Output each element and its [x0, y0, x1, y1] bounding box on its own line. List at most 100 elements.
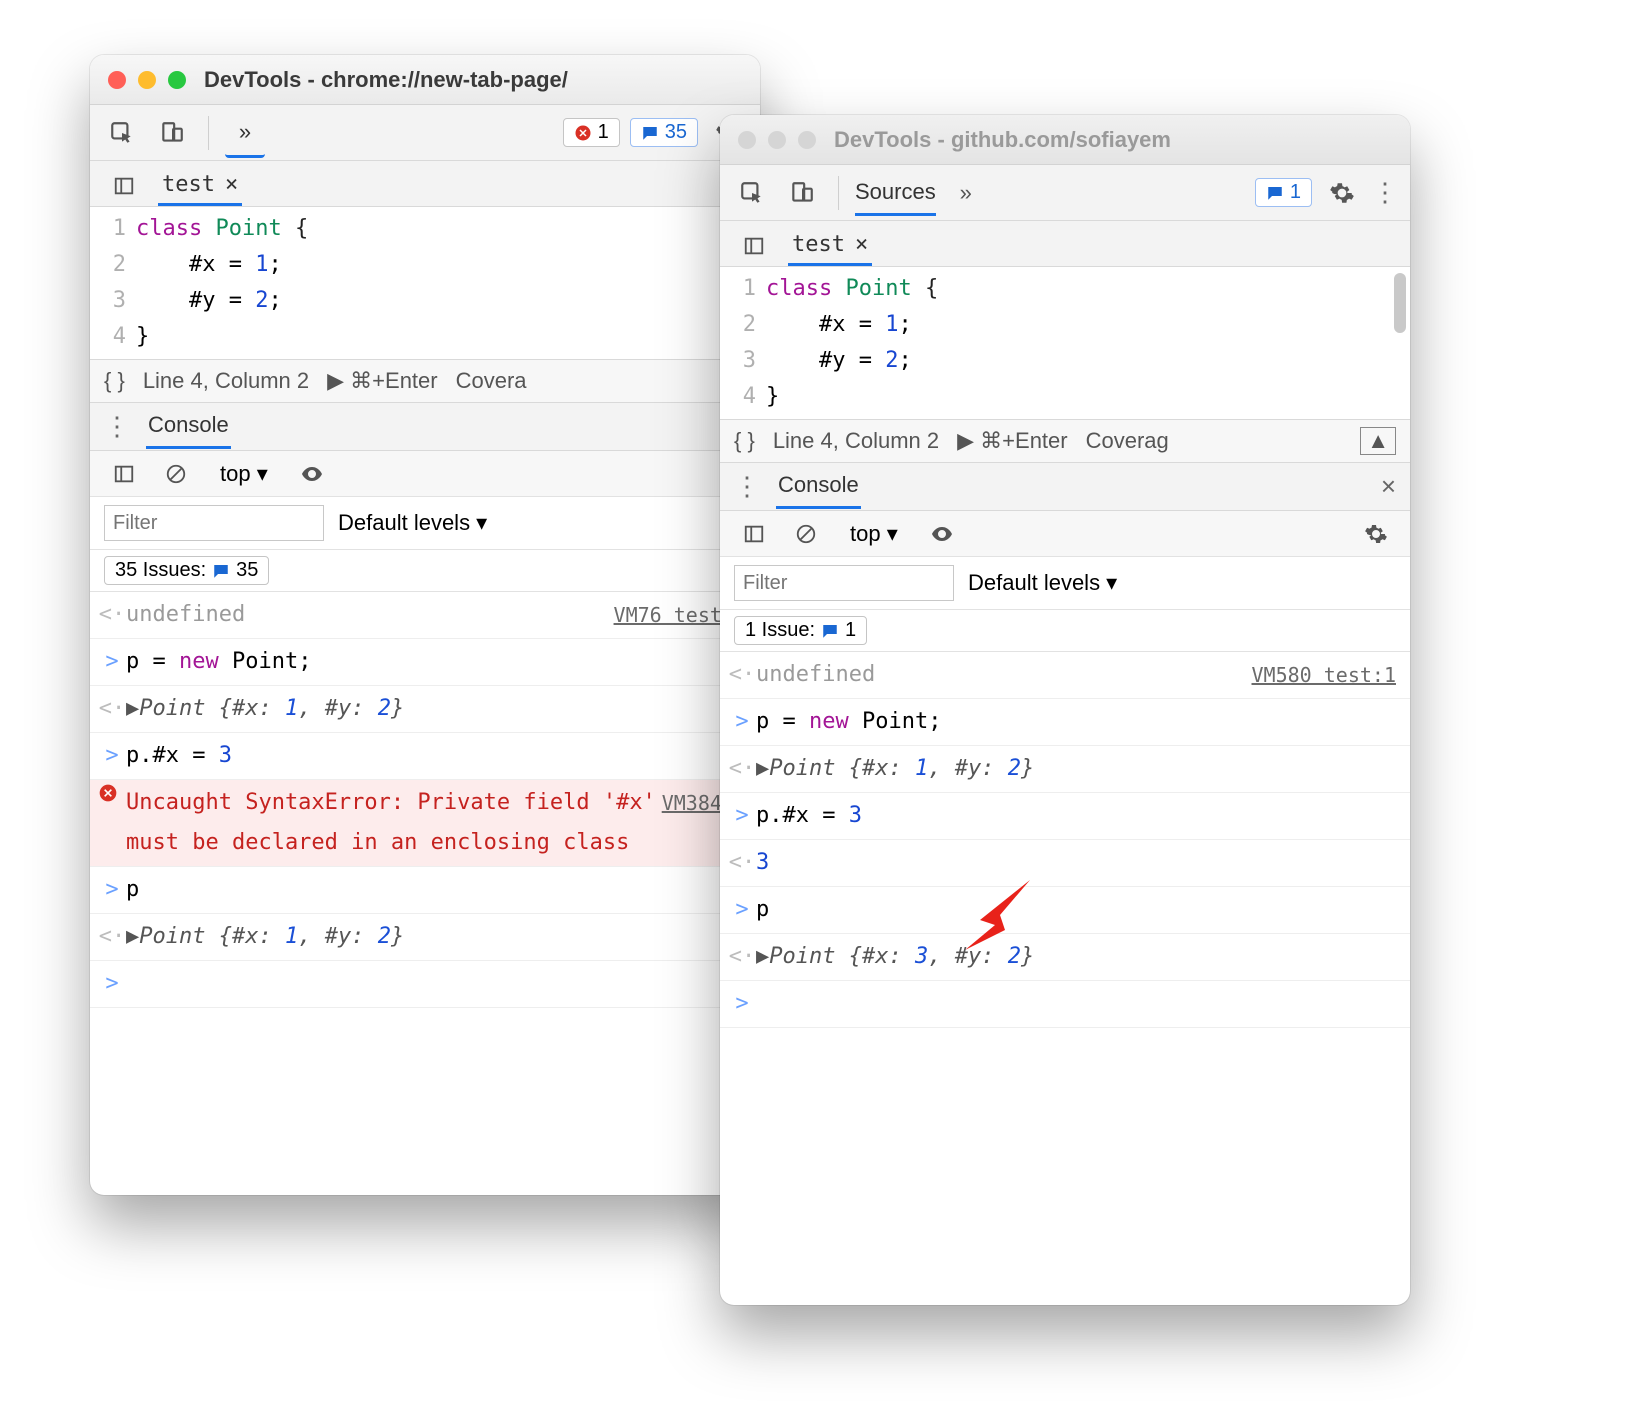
live-expression-icon[interactable]	[292, 454, 332, 494]
titlebar: DevTools - chrome://new-tab-page/	[90, 55, 760, 105]
traffic-lights	[738, 131, 816, 149]
sidebar-toggle-icon[interactable]	[734, 514, 774, 554]
source-link[interactable]: VM580 test:1	[1252, 655, 1397, 695]
console-row: <·▶Point {#x: 1, #y: 2}	[90, 686, 760, 733]
console-row: >p = new Point;	[90, 639, 760, 686]
collapse-drawer-icon[interactable]: ▲	[1360, 427, 1396, 455]
issues-count: 35	[665, 121, 687, 144]
console-row: <·undefinedVM580 test:1	[720, 652, 1410, 699]
kebab-icon[interactable]: ⋮	[734, 471, 760, 502]
log-levels-selector[interactable]: Default levels ▾	[968, 570, 1117, 596]
console-row: <·3	[720, 840, 1410, 887]
settings-gear-icon[interactable]	[1322, 173, 1362, 213]
navigator-toggle-icon[interactable]	[734, 226, 774, 266]
console-row: <·▶Point {#x: 1, #y: 2}	[720, 746, 1410, 793]
traffic-lights	[108, 71, 186, 89]
drawer-header: ⋮ Console	[90, 403, 760, 451]
sources-panel-tab[interactable]: Sources	[855, 179, 936, 216]
window-title: DevTools - chrome://new-tab-page/	[204, 67, 568, 93]
file-tab-test[interactable]: test ×	[158, 166, 242, 206]
filter-row: Default levels ▾	[90, 497, 760, 550]
file-tab-label: test	[162, 172, 215, 197]
pretty-print-icon[interactable]: { }	[104, 368, 125, 394]
console-row: <·undefinedVM76 test:1	[90, 592, 760, 639]
minimize-dot[interactable]	[768, 131, 786, 149]
file-tab-label: test	[792, 232, 845, 257]
issues-row: 35 Issues: 35	[90, 550, 760, 592]
issues-count: 1	[1290, 181, 1301, 204]
filter-input[interactable]	[734, 565, 954, 601]
close-tab-icon[interactable]: ×	[855, 232, 868, 257]
code-editor[interactable]: 1234 class Point { #x = 1; #y = 2; }	[720, 267, 1410, 419]
console-row: <·▶Point {#x: 1, #y: 2}	[90, 914, 760, 961]
console-prompt[interactable]: >	[720, 981, 1410, 1028]
console-tab[interactable]: Console	[146, 404, 231, 449]
annotation-arrow-icon	[960, 875, 1040, 955]
close-dot[interactable]	[108, 71, 126, 89]
main-toolbar: Sources » 1 ⋮	[720, 165, 1410, 221]
issues-badge[interactable]: 35	[630, 118, 698, 147]
editor-statusbar: { } Line 4, Column 2 ▶ ⌘+Enter Coverag ▲	[720, 419, 1410, 463]
inspect-icon[interactable]	[732, 173, 772, 213]
devtools-window-before: DevTools - chrome://new-tab-page/ » 1 35…	[90, 55, 760, 1195]
code-content: class Point { #x = 1; #y = 2; }	[766, 271, 1410, 415]
coverage-tab[interactable]: Covera	[456, 368, 527, 394]
clear-console-icon[interactable]	[786, 514, 826, 554]
log-levels-selector[interactable]: Default levels ▾	[338, 510, 487, 536]
console-row: >p.#x = 3	[720, 793, 1410, 840]
console-error-row: Uncaught SyntaxError: Private field '#x'…	[90, 780, 760, 867]
error-count: 1	[598, 121, 609, 144]
console-settings-gear-icon[interactable]	[1356, 514, 1396, 554]
error-badge[interactable]: 1	[563, 118, 620, 147]
live-expression-icon[interactable]	[922, 514, 962, 554]
kebab-icon[interactable]: ⋮	[1372, 177, 1398, 208]
pretty-print-icon[interactable]: { }	[734, 428, 755, 454]
scrollbar-thumb[interactable]	[1394, 273, 1406, 333]
kebab-icon[interactable]: ⋮	[104, 411, 130, 442]
close-dot[interactable]	[738, 131, 756, 149]
console-prompt[interactable]: >	[90, 961, 760, 1008]
drawer-header: ⋮ Console ×	[720, 463, 1410, 511]
more-tabs-icon[interactable]: »	[225, 118, 265, 158]
console-output: <·undefinedVM76 test:1 >p = new Point; <…	[90, 592, 760, 1008]
device-toggle-icon[interactable]	[782, 173, 822, 213]
file-tab-test[interactable]: test ×	[788, 226, 872, 266]
issues-badge[interactable]: 1	[1255, 178, 1312, 207]
clear-console-icon[interactable]	[156, 454, 196, 494]
console-row: <·▶Point {#x: 3, #y: 2}	[720, 934, 1410, 981]
coverage-tab[interactable]: Coverag	[1086, 428, 1169, 454]
run-snippet[interactable]: ▶ ⌘+Enter	[327, 368, 437, 394]
inspect-icon[interactable]	[102, 113, 142, 153]
device-toggle-icon[interactable]	[152, 113, 192, 153]
close-tab-icon[interactable]: ×	[225, 172, 238, 197]
console-toolbar: top ▾	[90, 451, 760, 497]
console-row: >p	[90, 867, 760, 914]
console-row: >p.#x = 3	[90, 733, 760, 780]
titlebar: DevTools - github.com/sofiayem	[720, 115, 1410, 165]
console-tab[interactable]: Console	[776, 464, 861, 509]
run-snippet[interactable]: ▶ ⌘+Enter	[957, 428, 1067, 454]
code-content: class Point { #x = 1; #y = 2; }	[136, 211, 760, 355]
console-output: <·undefinedVM580 test:1 >p = new Point; …	[720, 652, 1410, 1028]
issues-summary[interactable]: 1 Issue: 1	[734, 616, 867, 645]
context-selector[interactable]: top ▾	[850, 521, 898, 547]
sidebar-toggle-icon[interactable]	[104, 454, 144, 494]
sources-tabstrip: test ×	[90, 161, 760, 207]
line-gutter: 1234	[720, 271, 766, 415]
close-drawer-icon[interactable]: ×	[1381, 471, 1396, 502]
main-toolbar: » 1 35	[90, 105, 760, 161]
navigator-toggle-icon[interactable]	[104, 166, 144, 206]
console-row: >p = new Point;	[720, 699, 1410, 746]
minimize-dot[interactable]	[138, 71, 156, 89]
filter-input[interactable]	[104, 505, 324, 541]
code-editor[interactable]: 1234 class Point { #x = 1; #y = 2; }	[90, 207, 760, 359]
zoom-dot[interactable]	[168, 71, 186, 89]
sources-tabstrip: test ×	[720, 221, 1410, 267]
zoom-dot[interactable]	[798, 131, 816, 149]
cursor-position: Line 4, Column 2	[143, 368, 309, 394]
line-gutter: 1234	[90, 211, 136, 355]
editor-statusbar: { } Line 4, Column 2 ▶ ⌘+Enter Covera	[90, 359, 760, 403]
more-tabs-icon[interactable]: »	[946, 173, 986, 213]
issues-summary[interactable]: 35 Issues: 35	[104, 556, 269, 585]
context-selector[interactable]: top ▾	[220, 461, 268, 487]
